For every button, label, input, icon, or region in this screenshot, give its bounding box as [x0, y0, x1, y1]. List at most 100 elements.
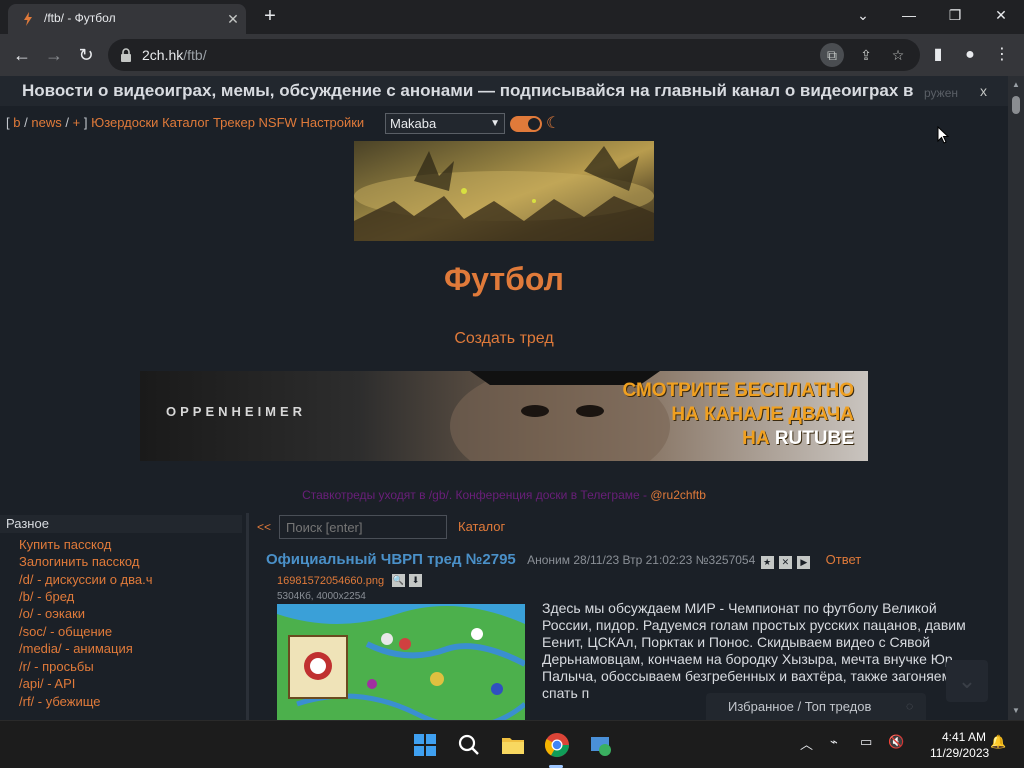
post-datetime: 28/11/23 Втр 21:02:23 — [573, 553, 693, 567]
minimize-button[interactable]: — — [894, 4, 924, 26]
nav-link-catalog[interactable]: Каталог — [162, 115, 209, 130]
nav-link-nsfw[interactable]: NSFW — [259, 115, 297, 130]
back-link[interactable]: << — [257, 520, 271, 534]
file-explorer-icon[interactable] — [499, 731, 527, 759]
favorite-star-icon[interactable]: ★ — [760, 556, 774, 569]
restore-button[interactable]: ❐ — [940, 4, 970, 26]
sidebar: Разное Купить пасскод Залогинить пасскод… — [0, 513, 250, 720]
sidebar-item-login-passcode[interactable]: Залогинить пасскод — [19, 554, 139, 569]
style-select[interactable]: Makaba ▼ — [385, 113, 505, 134]
tab-close-icon[interactable]: ✕ — [224, 10, 242, 28]
sidebar-item-rf[interactable]: /rf/ - убежище — [19, 694, 101, 709]
url-text: 2ch.hk/ftb/ — [142, 47, 207, 63]
sidebar-divider — [246, 513, 249, 720]
volume-muted-icon[interactable]: 🔇 — [888, 734, 904, 750]
control-panel-icon[interactable] — [587, 731, 615, 759]
file-meta: 5304Кб, 4000x2254 — [277, 591, 366, 602]
sidebar-item-soc[interactable]: /soc/ - общение — [19, 624, 112, 639]
ad-brand-text: OPPENHEIMER — [166, 404, 307, 419]
tab-title: /ftb/ - Футбол — [44, 11, 116, 25]
search-icon[interactable] — [455, 731, 483, 759]
top-notification-banner[interactable]: ружен Новости о видеоиграх, мемы, обсужд… — [0, 76, 1008, 106]
page-title: Футбол — [443, 261, 564, 297]
sidebar-heading[interactable]: Разное — [0, 515, 242, 533]
back-arrow-icon[interactable]: ← — [10, 43, 34, 67]
scroll-thumb[interactable] — [1012, 96, 1020, 114]
ad-banner[interactable]: OPPENHEIMER СМОТРИТЕ БЕСПЛАТНО НА КАНАЛЕ… — [140, 371, 868, 461]
map-thumbnail-graphic — [277, 604, 525, 720]
catalog-link[interactable]: Каталог — [458, 519, 505, 534]
sidebar-item-o[interactable]: /o/ - оэкаки — [19, 606, 85, 621]
page-scrollbar[interactable]: ▲ ▼ — [1008, 76, 1024, 720]
download-icon[interactable]: ⬇ — [409, 574, 422, 587]
post-body: Здесь мы обсуждаем МИР - Чемпионат по фу… — [542, 600, 966, 701]
telegram-link[interactable]: @ru2chftb — [650, 488, 706, 502]
reply-link[interactable]: Ответ — [826, 552, 862, 567]
page-content: ружен Новости о видеоиграх, мемы, обсужд… — [0, 76, 1008, 720]
forward-arrow-icon[interactable]: → — [42, 43, 66, 67]
share-icon[interactable]: ⇪ — [854, 43, 878, 67]
close-window-button[interactable]: ✕ — [986, 4, 1016, 26]
address-bar[interactable]: 2ch.hk/ftb/ ⧉ ⇪ ☆ — [108, 39, 920, 71]
moon-icon[interactable]: ☾ — [546, 113, 560, 133]
nav-link-news[interactable]: news — [31, 115, 61, 130]
nav-link-plus[interactable]: + — [73, 115, 81, 130]
profile-icon[interactable]: ● — [958, 43, 982, 67]
ad-cta-text: СМОТРИТЕ БЕСПЛАТНО НА КАНАЛЕ ДВАЧА НА RU… — [622, 380, 855, 449]
mouse-cursor-icon — [937, 126, 949, 144]
theme-toggle[interactable] — [510, 116, 542, 132]
notification-bell-icon[interactable]: 🔔 — [990, 734, 1006, 750]
network-off-icon[interactable]: ⌁ — [830, 734, 838, 750]
taskbar: ︿ ⌁ ▭ 🔇 4:41 AM 11/29/2023 🔔 — [0, 720, 1024, 768]
scroll-down-arrow-icon[interactable]: ▼ — [1008, 704, 1024, 718]
board-nav: [ b / news / + ] Юзердоски Каталог Треке… — [6, 115, 365, 130]
battle-scene-graphic — [354, 146, 654, 241]
browser-tab[interactable]: /ftb/ - Футбол ✕ — [8, 4, 246, 34]
translate-icon[interactable]: ⧉ — [820, 43, 844, 67]
side-panel-icon[interactable]: ▮ — [926, 43, 950, 67]
post-number[interactable]: №3257054 — [696, 553, 756, 567]
tray-chevron-icon[interactable]: ︿ — [800, 734, 813, 753]
file-name-link[interactable]: 16981572054660.png — [277, 575, 384, 587]
hide-x-icon[interactable]: ✕ — [778, 556, 792, 569]
sidebar-item-r[interactable]: /r/ - просьбы — [19, 659, 94, 674]
nav-link-tracker[interactable]: Трекер — [213, 115, 255, 130]
windows-start-icon[interactable] — [411, 731, 439, 759]
lock-icon — [121, 48, 131, 62]
dropdown-caret-icon: ▼ — [490, 118, 500, 129]
image-search-icon[interactable]: 🔍 — [392, 574, 405, 587]
new-tab-button[interactable]: + — [258, 6, 282, 28]
toggle-knob — [528, 118, 540, 130]
search-input[interactable] — [279, 515, 447, 539]
tab-search-chevron-icon[interactable]: ⌄ — [848, 4, 878, 26]
refresh-spinner-icon[interactable]: ◌ — [906, 693, 913, 720]
clock[interactable]: 4:41 AM 11/29/2023 — [930, 729, 989, 761]
sidebar-item-buy-passcode[interactable]: Купить пасскод — [19, 537, 111, 552]
banner-close-icon[interactable]: x — [980, 83, 987, 99]
nav-link-userboards[interactable]: Юзердоски — [91, 115, 158, 130]
reload-icon[interactable]: ↻ — [74, 43, 98, 67]
post-thumbnail[interactable] — [277, 604, 525, 720]
menu-kebab-icon[interactable]: ⋮ — [990, 43, 1014, 67]
nav-link-settings[interactable]: Настройки — [300, 115, 364, 130]
display-icon[interactable]: ▭ — [860, 734, 872, 750]
browser-toolbar: ← → ↻ 2ch.hk/ftb/ ⧉ ⇪ ☆ ▮ ● ⋮ — [0, 34, 1024, 76]
thread-subject[interactable]: Официальный ЧВРП тред №2795 — [266, 551, 516, 568]
nav-link-b[interactable]: b — [13, 115, 20, 130]
thread-header: Официальный ЧВРП тред №2795 Аноним 28/11… — [266, 551, 861, 569]
sidebar-item-api[interactable]: /api/ - API — [19, 676, 75, 691]
chrome-icon[interactable] — [543, 731, 571, 759]
favorites-bar[interactable]: Избранное / Топ тредов ◌ — [706, 693, 926, 720]
sidebar-item-media[interactable]: /media/ - анимация — [19, 641, 133, 656]
bookmark-star-icon[interactable]: ☆ — [886, 43, 910, 67]
sidebar-item-d[interactable]: /d/ - дискуссии о два.ч — [19, 572, 153, 587]
sidebar-item-b[interactable]: /b/ - бред — [19, 589, 74, 604]
lightning-favicon-icon — [24, 12, 32, 26]
create-thread-link[interactable]: Создать тред — [0, 330, 1008, 348]
post-author: Аноним — [527, 553, 570, 567]
scroll-down-chevron-icon[interactable]: ⌄ — [946, 660, 988, 702]
tab-strip: /ftb/ - Футбол ✕ + ⌄ — ❐ ✕ — [0, 0, 1024, 34]
scroll-up-arrow-icon[interactable]: ▲ — [1008, 78, 1024, 92]
board-banner-image — [354, 141, 654, 241]
play-arrow-icon[interactable]: ▶ — [797, 556, 811, 569]
